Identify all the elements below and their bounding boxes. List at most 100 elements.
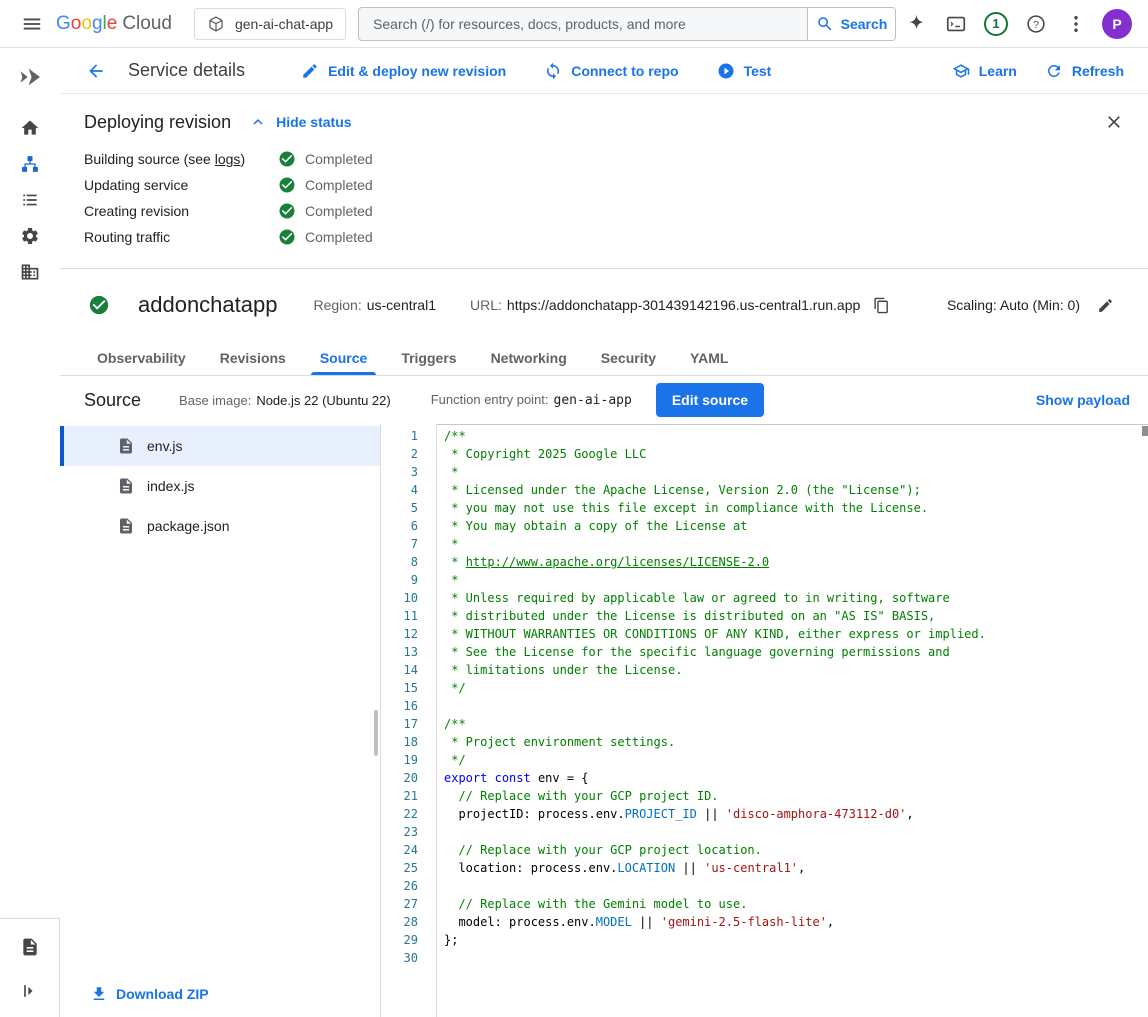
page-title: Service details <box>128 60 245 81</box>
deploy-step-label: Building source (see logs) <box>84 151 278 167</box>
rail-expand-panel-button[interactable] <box>10 973 50 1009</box>
code-line-18: * Project environment settings. <box>444 733 1148 751</box>
close-icon <box>1104 112 1124 132</box>
line-number: 11 <box>381 607 418 625</box>
menu-button[interactable] <box>12 4 52 44</box>
file-index.js[interactable]: index.js <box>60 466 380 506</box>
cloud-shell-button[interactable] <box>936 4 976 44</box>
tab-source[interactable]: Source <box>303 341 384 375</box>
deploy-step: Routing trafficCompleted <box>84 224 1124 250</box>
rail-cloud-run-logo-button[interactable] <box>10 56 50 98</box>
test-button[interactable]: Test <box>717 62 772 80</box>
service-url: URL:https://addonchatapp-301439142196.us… <box>470 297 860 313</box>
rail-services-button[interactable] <box>10 146 50 182</box>
base-image: Base image:Node.js 22 (Ubuntu 22) <box>179 393 391 408</box>
notifications-button[interactable]: 1 <box>976 4 1016 44</box>
logs-link[interactable]: logs <box>215 151 241 167</box>
action-bar: Service details Edit & deploy new revisi… <box>60 48 1148 94</box>
rail-jobs-button[interactable] <box>10 182 50 218</box>
download-icon <box>90 985 108 1003</box>
tab-triggers[interactable]: Triggers <box>384 341 473 375</box>
code-line-11: * distributed under the License is distr… <box>444 607 1148 625</box>
download-icon <box>90 985 108 1003</box>
file-icon <box>117 437 135 455</box>
code-line-25: location: process.env.LOCATION || 'us-ce… <box>444 859 1148 877</box>
code-editor[interactable]: 1234567891011121314151617181920212223242… <box>381 424 1148 1017</box>
line-number: 6 <box>381 517 418 535</box>
code-line-6: * You may obtain a copy of the License a… <box>444 517 1148 535</box>
code-line-9: * <box>444 571 1148 589</box>
line-number: 20 <box>381 769 418 787</box>
search-bar: Search <box>358 7 896 41</box>
file-package.json[interactable]: package.json <box>60 506 380 546</box>
copy-url-button[interactable] <box>866 290 896 320</box>
tab-revisions[interactable]: Revisions <box>203 341 303 375</box>
connect-to-repo-button[interactable]: Connect to repo <box>544 62 678 80</box>
back-arrow-icon <box>86 61 106 81</box>
back-button[interactable] <box>76 51 116 91</box>
copy-icon <box>873 297 890 314</box>
search-button[interactable]: Search <box>807 8 895 40</box>
tab-observability[interactable]: Observability <box>80 341 203 375</box>
topbar: Google Cloud gen-ai-chat-app Search 1 ? … <box>0 0 1148 48</box>
file-panel-scrollbar[interactable] <box>374 710 378 756</box>
notification-badge: 1 <box>984 12 1008 36</box>
deploy-step-status: Completed <box>278 202 373 220</box>
expand-panel-icon <box>20 981 40 1001</box>
code-line-24: // Replace with your GCP project locatio… <box>444 841 1148 859</box>
learn-button[interactable]: Learn <box>952 62 1017 80</box>
jobs-icon <box>20 190 40 210</box>
rail-home-button[interactable] <box>10 110 50 146</box>
refresh-button[interactable]: Refresh <box>1045 62 1124 80</box>
code-line-13: * See the License for the specific langu… <box>444 643 1148 661</box>
services-icon <box>20 154 40 174</box>
code-line-14: * limitations under the License. <box>444 661 1148 679</box>
rail-domains-button[interactable] <box>10 254 50 290</box>
editor-scrollbar[interactable] <box>1142 426 1148 436</box>
hide-status-button[interactable]: Hide status <box>249 113 351 131</box>
line-number: 18 <box>381 733 418 751</box>
code-line-16 <box>444 697 1148 715</box>
close-panel-button[interactable] <box>1094 102 1134 142</box>
more-button[interactable] <box>1056 4 1096 44</box>
deploy-step: Creating revisionCompleted <box>84 198 1124 224</box>
line-number: 24 <box>381 841 418 859</box>
tab-yaml[interactable]: YAML <box>673 341 745 375</box>
integrations-icon <box>20 226 40 246</box>
scaling-info: Scaling: Auto (Min: 0) <box>947 297 1080 313</box>
line-number: 9 <box>381 571 418 589</box>
edit-scaling-button[interactable] <box>1090 290 1120 320</box>
rail-bottom <box>0 918 60 1017</box>
search-input[interactable] <box>359 8 807 40</box>
gemini-button[interactable] <box>896 4 936 44</box>
google-cloud-logo[interactable]: Google Cloud <box>56 13 172 35</box>
service-status-icon <box>88 294 110 316</box>
tab-security[interactable]: Security <box>584 341 673 375</box>
check-circle-icon <box>278 176 296 194</box>
line-number: 2 <box>381 445 418 463</box>
gutter: 1234567891011121314151617181920212223242… <box>381 424 436 1017</box>
search-icon <box>816 15 834 33</box>
check-circle-icon <box>278 150 296 168</box>
deploy-step-label: Routing traffic <box>84 229 278 245</box>
avatar[interactable]: P <box>1102 9 1132 39</box>
file-env.js[interactable]: env.js <box>60 426 380 466</box>
tab-networking[interactable]: Networking <box>474 341 584 375</box>
rail-release-notes-button[interactable] <box>10 929 50 965</box>
line-number: 3 <box>381 463 418 481</box>
line-number: 8 <box>381 553 418 571</box>
edit-source-button[interactable]: Edit source <box>656 383 764 417</box>
rail-integrations-button[interactable] <box>10 218 50 254</box>
gemini-sparkle-icon <box>906 13 927 34</box>
help-button[interactable]: ? <box>1016 4 1056 44</box>
line-number: 12 <box>381 625 418 643</box>
line-number: 13 <box>381 643 418 661</box>
code-line-17: /** <box>444 715 1148 733</box>
project-selector[interactable]: gen-ai-chat-app <box>194 8 346 40</box>
edit-deploy-new-revision-button[interactable]: Edit & deploy new revision <box>301 62 506 80</box>
deploy-step-status: Completed <box>278 228 373 246</box>
deploy-step-status: Completed <box>278 150 373 168</box>
cloud-shell-icon <box>945 13 967 35</box>
show-payload-button[interactable]: Show payload <box>1036 392 1130 408</box>
download-zip-button[interactable]: Download ZIP <box>90 985 209 1003</box>
